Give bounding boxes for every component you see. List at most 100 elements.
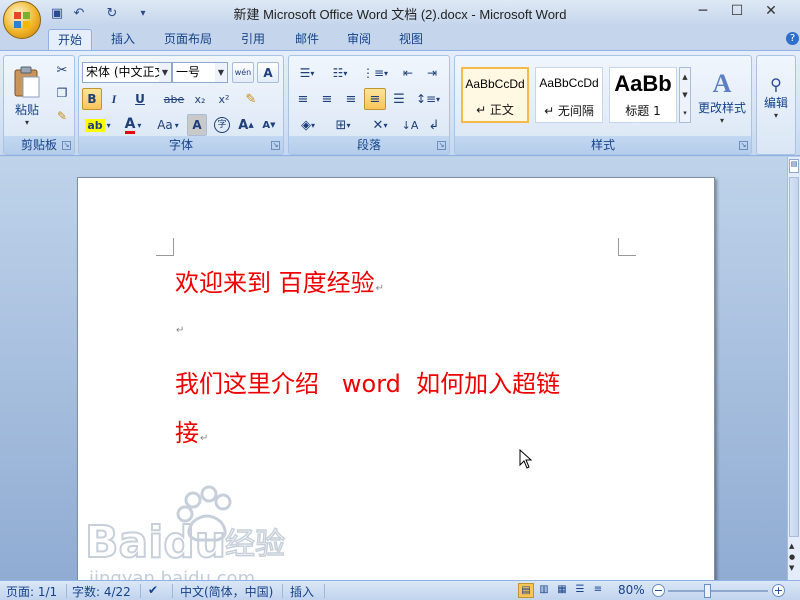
undo-icon[interactable]: ↶ (70, 4, 88, 22)
proofing-icon[interactable]: ✔ (148, 583, 158, 597)
styles-launcher-icon[interactable]: ↘ (739, 141, 748, 150)
bold-button[interactable]: B (82, 88, 102, 110)
style-no-spacing[interactable]: AaBbCcDd ↵ 无间隔 (535, 67, 603, 123)
paragraph-group: ☰ ▾ ☷ ▾ ⋮≡ ▾ ⇤ ⇥ ≡ ≡ ≡ ≡ ☰ ↕≡ ▾ ◈ ▾ ⊞ ▾ ✕ ▾ ↓A … (288, 55, 450, 155)
chevron-down-icon: ▼ (159, 63, 171, 82)
document-line-2[interactable]: ↵ (175, 322, 184, 336)
clear-formatting-icon[interactable]: ✎ (239, 88, 263, 110)
outline-view-icon[interactable]: ☰ (572, 583, 588, 598)
strikethrough-button[interactable]: abe (161, 88, 187, 110)
distributed-icon[interactable]: ☰ (388, 88, 410, 110)
editing-button[interactable]: ⚲ 编辑 ▾ (759, 62, 793, 132)
zoom-slider[interactable] (668, 590, 768, 592)
maximize-button[interactable]: ☐ (720, 0, 754, 22)
zoom-slider-thumb[interactable] (704, 584, 711, 598)
paste-label: 粘贴 (14, 103, 39, 117)
styles-scroll[interactable]: ▲ ▼ ▾ (679, 67, 691, 123)
tab-mailings[interactable]: 邮件 (286, 29, 328, 50)
zoom-out-icon[interactable]: − (652, 584, 665, 597)
line-spacing-button[interactable]: ↕≡ ▾ (413, 88, 443, 110)
tab-review[interactable]: 审阅 (338, 29, 380, 50)
borders-button[interactable]: ⊞ ▾ (327, 114, 359, 136)
scrollbar-thumb[interactable] (789, 177, 799, 537)
show-marks-icon[interactable]: ↲ (423, 114, 445, 136)
character-shading-button[interactable]: A (187, 114, 207, 136)
minimize-button[interactable]: ─ (686, 0, 720, 22)
font-size-combo[interactable]: 一号 ▼ (172, 62, 228, 83)
font-launcher-icon[interactable]: ↘ (271, 141, 280, 150)
tab-insert[interactable]: 插入 (102, 29, 144, 50)
web-layout-view-icon[interactable]: ▦ (554, 583, 570, 598)
document-line-4[interactable]: 接↵ (175, 413, 208, 448)
binoculars-icon: ⚲ (770, 74, 782, 94)
line-3-text: 我们这里介绍 word 如何加入超链 (175, 370, 561, 398)
editing-group: ⚲ 编辑 ▾ (756, 55, 796, 155)
numbering-button[interactable]: ☷ ▾ (325, 62, 355, 84)
change-styles-button[interactable]: A 更改样式 ▾ (695, 62, 749, 132)
vertical-scrollbar[interactable]: ▤ ▲ ● ▼ (787, 157, 800, 580)
full-screen-reading-view-icon[interactable]: ▥ (536, 583, 552, 598)
grow-font-button[interactable]: A ▲ (235, 114, 257, 136)
increase-indent-icon[interactable]: ⇥ (421, 62, 443, 84)
ruler-toggle-icon[interactable]: ▤ (789, 159, 799, 173)
italic-button[interactable]: I (104, 88, 124, 110)
zoom-in-icon[interactable]: + (772, 584, 785, 597)
clipboard-launcher-icon[interactable]: ↘ (62, 141, 71, 150)
underline-button[interactable]: U (126, 88, 154, 110)
browse-object-icons[interactable]: ▲ ● ▼ (789, 541, 795, 574)
font-name-combo[interactable]: 宋体 (中文正文 ▼ (82, 62, 172, 83)
tab-view[interactable]: 视图 (390, 29, 432, 50)
style-normal[interactable]: AaBbCcDd ↵ 正文 (461, 67, 529, 123)
decrease-indent-icon[interactable]: ⇤ (397, 62, 419, 84)
style-heading-1[interactable]: AaBb 标题 1 (609, 67, 677, 123)
sort-icon[interactable]: ↓A (399, 114, 421, 136)
tab-home[interactable]: 开始 (48, 29, 92, 50)
customize-qat-icon[interactable]: ▾ (134, 4, 152, 22)
justify-icon[interactable]: ≡ (364, 88, 386, 110)
paste-button[interactable]: 粘贴 ▾ (7, 60, 47, 132)
office-logo-icon (14, 12, 31, 29)
clear-format-button[interactable]: A (257, 62, 279, 83)
cut-icon[interactable]: ✂ (52, 60, 72, 80)
redo-icon[interactable]: ↻ (103, 4, 121, 22)
align-left-icon[interactable]: ≡ (292, 88, 314, 110)
styles-group-label: 样式 (455, 136, 751, 154)
paragraph-launcher-icon[interactable]: ↘ (437, 141, 446, 150)
help-icon[interactable]: ? (786, 32, 799, 45)
highlight-button[interactable]: ab ▾ (82, 114, 114, 136)
print-layout-view-icon[interactable]: ▤ (518, 583, 534, 598)
status-page[interactable]: 页面: 1/1 (6, 583, 57, 600)
superscript-button[interactable]: x² (213, 88, 235, 110)
phonetic-guide-button[interactable]: wén (232, 62, 254, 83)
align-center-icon[interactable]: ≡ (316, 88, 338, 110)
title-bar: 新建 Microsoft Office Word 文档 (2).docx - M… (0, 0, 800, 26)
status-language[interactable]: 中文(简体，中国) (180, 583, 273, 600)
chinese-layout-button[interactable]: ✕ ▾ (363, 114, 397, 136)
font-color-button[interactable]: A ▾ (117, 114, 149, 136)
copy-icon[interactable]: ❐ (52, 83, 72, 103)
enclose-characters-button[interactable]: 字 (211, 114, 233, 136)
enclose-icon: 字 (214, 117, 230, 133)
zoom-level[interactable]: 80% (618, 583, 645, 597)
change-case-button[interactable]: Aa ▾ (151, 114, 185, 136)
document-line-1[interactable]: 欢迎来到 百度经验↵ (175, 263, 384, 298)
document-line-3[interactable]: 我们这里介绍 word 如何加入超链 (175, 364, 560, 399)
save-icon[interactable]: ▣ (48, 4, 66, 22)
office-button[interactable] (3, 1, 41, 39)
format-painter-icon[interactable]: ✎ (52, 106, 72, 126)
multilevel-list-button[interactable]: ⋮≡ ▾ (358, 62, 392, 84)
shading-button[interactable]: ◈ ▾ (292, 114, 324, 136)
line-spacing-icon: ↕≡ (415, 92, 437, 106)
draft-view-icon[interactable]: ≡ (590, 583, 606, 598)
style-heading-1-name: 标题 1 (625, 104, 661, 118)
status-word-count[interactable]: 字数: 4/22 (72, 583, 131, 600)
tab-references[interactable]: 引用 (232, 29, 274, 50)
status-insert-mode[interactable]: 插入 (290, 583, 314, 600)
subscript-button[interactable]: x₂ (189, 88, 211, 110)
bullets-button[interactable]: ☰ ▾ (292, 62, 322, 84)
shrink-font-button[interactable]: A ▼ (258, 114, 280, 136)
close-button[interactable]: ✕ (754, 0, 788, 22)
styles-group: AaBbCcDd ↵ 正文 AaBbCcDd ↵ 无间隔 AaBb 标题 1 ▲… (454, 55, 752, 155)
tab-page-layout[interactable]: 页面布局 (156, 29, 220, 50)
align-right-icon[interactable]: ≡ (340, 88, 362, 110)
